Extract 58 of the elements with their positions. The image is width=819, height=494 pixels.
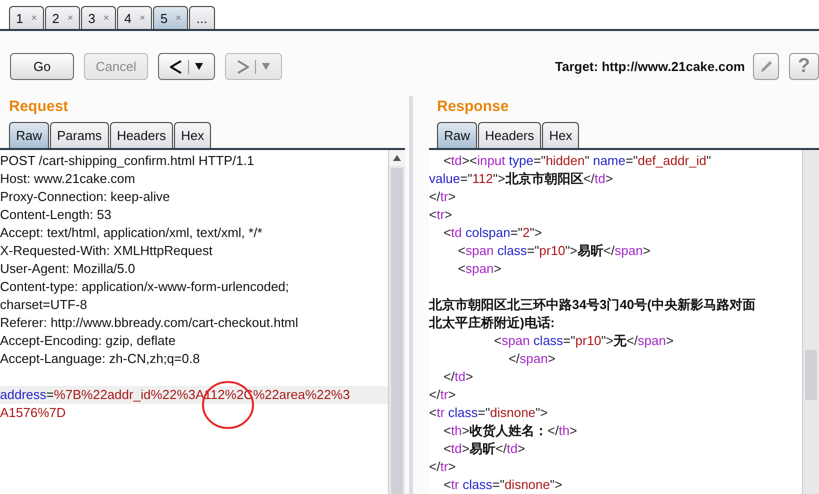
- code-line: 北太平庄桥附近)电话:: [429, 314, 556, 332]
- code-line: </tr>: [429, 458, 457, 476]
- repeater-tab[interactable]: 2 ×: [45, 6, 80, 29]
- code-line: </td>: [442, 368, 474, 386]
- code-line: <th>收货人姓名：</th>: [442, 422, 578, 440]
- code-line: <td><input type="hidden" name="def_addr_id": [442, 152, 712, 170]
- code-line: <span class="pr10">无</span>: [493, 332, 675, 350]
- code-line: <tr class="disnone">: [442, 476, 564, 494]
- go-button[interactable]: Go: [10, 53, 74, 80]
- repeater-tab[interactable]: 5 ×: [153, 6, 188, 29]
- code-line: 北京市朝阳区北三环中路34号3门40号(中央新影马路对面: [429, 296, 756, 314]
- target-label: Target: http://www.21cake.com: [555, 59, 745, 74]
- code-line: </tr>: [429, 188, 457, 206]
- code-line: Referer: http://www.bbready.com/cart-checkout.html: [0, 314, 300, 332]
- view-tab[interactable]: Headers: [110, 122, 173, 148]
- code-line: </span>: [507, 350, 556, 368]
- code-line: A1576%7D: [0, 404, 67, 422]
- view-tab[interactable]: Raw: [9, 122, 50, 148]
- left-chevron-icon: [170, 60, 182, 74]
- code-line: Content-Length: 53: [0, 206, 112, 224]
- response-title: Response: [436, 97, 510, 117]
- scrollbar[interactable]: [388, 150, 405, 494]
- more-tabs-tab[interactable]: ...: [189, 6, 216, 29]
- code-line: POST /cart-shipping_confirm.html HTTP/1.1: [0, 152, 256, 170]
- view-tab[interactable]: Hex: [542, 122, 580, 148]
- code-line: <td colspan="2">: [442, 224, 543, 242]
- view-tab[interactable]: Hex: [174, 122, 212, 148]
- caret-icon: [262, 63, 270, 70]
- view-tab[interactable]: Headers: [478, 122, 542, 148]
- code-line: Content-type: application/x-www-form-urlencoded;: [0, 278, 290, 296]
- repeater-tab[interactable]: 1 ×: [9, 6, 44, 29]
- code-line: <tr>: [429, 206, 454, 224]
- view-tab[interactable]: Raw: [437, 122, 478, 148]
- request-title: Request: [8, 97, 70, 117]
- view-tab[interactable]: Params: [50, 122, 109, 148]
- caret-icon: [195, 63, 203, 70]
- scrollbar[interactable]: [802, 150, 819, 494]
- code-line: </tr>: [429, 386, 457, 404]
- code-line: <tr class="disnone">: [429, 404, 549, 422]
- code-line: Proxy-Connection: keep-alive: [0, 188, 171, 206]
- code-line: Accept-Encoding: gzip, deflate: [0, 332, 177, 350]
- back-button[interactable]: [158, 53, 215, 80]
- pencil-icon: [758, 58, 774, 74]
- code-line: Accept-Language: zh-CN,zh;q=0.8: [0, 350, 201, 368]
- code-line: <span class="pr10">易昕</span>: [456, 242, 652, 260]
- repeater-tab[interactable]: 3 ×: [81, 6, 116, 29]
- code-line: Accept: text/html, application/xml, text/xml, */*: [0, 224, 264, 242]
- repeater-tab[interactable]: 4 ×: [117, 6, 152, 29]
- code-line: User-Agent: Mozilla/5.0: [0, 260, 136, 278]
- code-line: <td>易昕</td>: [442, 440, 526, 458]
- code-line: value="112">北京市朝阳区</td>: [429, 170, 614, 188]
- code-line: <span>: [456, 260, 502, 278]
- code-line: Host: www.21cake.com: [0, 170, 136, 188]
- code-line: charset=UTF-8: [0, 296, 88, 314]
- code-line: X-Requested-With: XMLHttpRequest: [0, 242, 214, 260]
- edit-target-button[interactable]: [753, 53, 779, 80]
- right-chevron-icon: [237, 60, 249, 74]
- scroll-up-icon[interactable]: [393, 155, 401, 161]
